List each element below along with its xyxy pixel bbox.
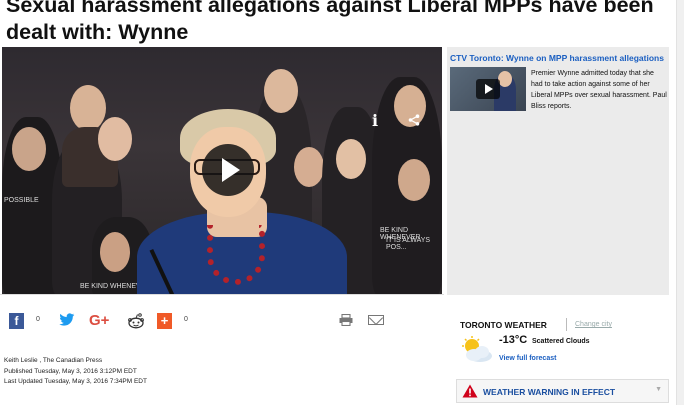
- print-icon[interactable]: [339, 313, 353, 327]
- weather-warning-text: WEATHER WARNING IN EFFECT: [483, 387, 616, 397]
- temperature: -13°C: [499, 334, 528, 346]
- byline-author: Keith Leslie , The Canadian Press: [4, 357, 103, 364]
- weather-warning-banner[interactable]: WEATHER WARNING IN EFFECT ▼: [456, 379, 669, 403]
- video-player[interactable]: BE KIND WHENEVER IT IS ALWAYS POS... POS…: [2, 47, 442, 295]
- page-scrollbar[interactable]: [676, 0, 684, 405]
- addthis-share-count: 0: [184, 316, 188, 323]
- info-icon[interactable]: i: [372, 111, 378, 130]
- play-button[interactable]: [202, 144, 254, 196]
- crowd-face: [100, 232, 130, 272]
- weather-title: TORONTO WEATHER: [460, 320, 547, 330]
- change-city-link[interactable]: Change city: [575, 321, 612, 328]
- published-date: Published Tuesday, May 3, 2016 3:12PM ED…: [4, 367, 137, 375]
- facebook-share-icon[interactable]: f: [9, 313, 24, 329]
- warning-icon: [462, 384, 478, 398]
- related-video-title[interactable]: CTV Toronto: Wynne on MPP harassment all…: [450, 53, 664, 63]
- thumbnail-face: [498, 71, 512, 87]
- article-byline: Keith Leslie , The Canadian Press Publis…: [4, 356, 147, 388]
- crowd-face: [294, 147, 324, 187]
- article-headline: Sexual harassment allegations against Li…: [6, 0, 654, 44]
- thumbnail-play-icon[interactable]: [476, 79, 500, 99]
- related-video-panel: CTV Toronto: Wynne on MPP harassment all…: [447, 47, 669, 295]
- crowd-face: [398, 159, 430, 201]
- crowd-face: [12, 127, 46, 171]
- googleplus-share-icon[interactable]: G+: [89, 313, 109, 329]
- addthis-share-icon[interactable]: +: [157, 313, 172, 329]
- speaker-necklace: [207, 225, 265, 285]
- weather-condition: Scattered Clouds: [532, 338, 590, 345]
- crowd-face: [336, 139, 366, 179]
- crowd-face: [70, 85, 106, 131]
- reddit-share-icon[interactable]: [127, 313, 145, 329]
- facebook-share-count: 0: [36, 316, 40, 323]
- chevron-down-icon[interactable]: ▼: [655, 386, 662, 393]
- divider: [0, 294, 444, 295]
- weather-divider: [566, 318, 567, 331]
- share-icon[interactable]: [408, 113, 420, 129]
- related-video-thumbnail[interactable]: [450, 67, 526, 111]
- shirt-text: POSSIBLE: [4, 197, 39, 204]
- related-video-description: Premier Wynne admitted today that she ha…: [531, 70, 667, 110]
- email-icon[interactable]: [368, 315, 384, 325]
- crowd-face: [264, 69, 298, 113]
- view-forecast-link[interactable]: View full forecast: [499, 355, 556, 362]
- twitter-share-icon[interactable]: [59, 313, 75, 329]
- shirt-text: IT IS ALWAYS POS...: [386, 237, 431, 251]
- updated-date: Last Updated Tuesday, May 3, 2016 7:34PM…: [4, 378, 147, 385]
- crowd-face: [98, 117, 132, 161]
- partly-cloudy-icon: [458, 336, 494, 364]
